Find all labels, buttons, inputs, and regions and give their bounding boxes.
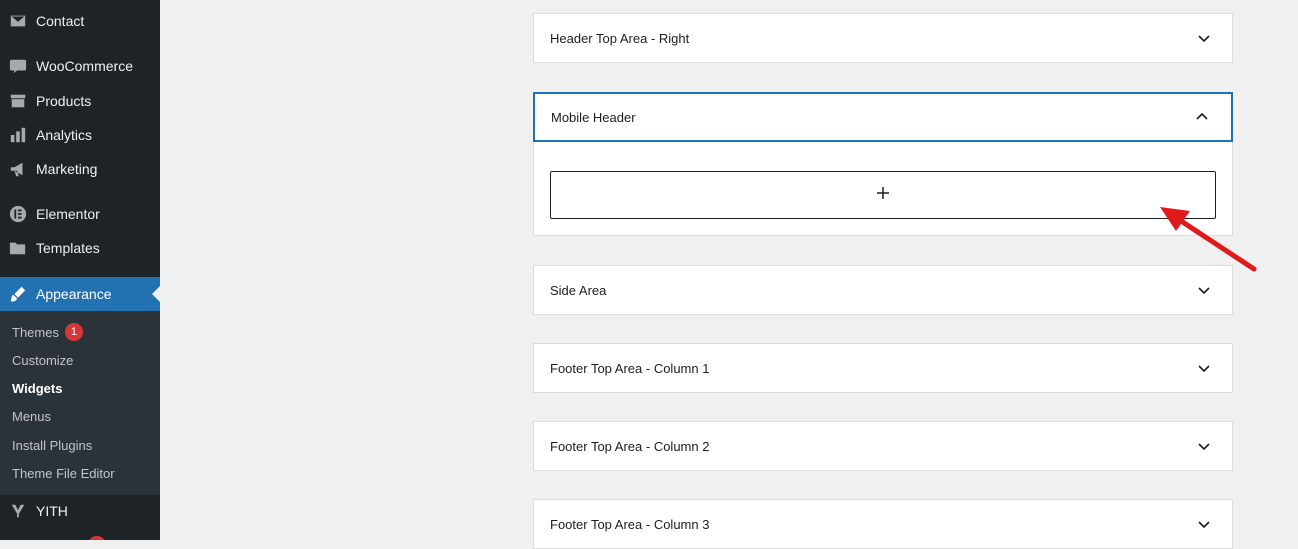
submenu-item-widgets[interactable]: Widgets	[12, 381, 62, 396]
widget-area-title: Footer Top Area - Column 2	[550, 438, 710, 454]
mail-icon	[8, 11, 28, 31]
menu-item-label: Products	[36, 93, 92, 109]
chevron-down-icon	[1192, 356, 1216, 380]
widget-area-toggle[interactable]: Footer Top Area - Column 1	[534, 344, 1232, 392]
menu-item-analytics[interactable]: Analytics	[0, 118, 160, 152]
submenu-item-themes[interactable]: Themes 1	[12, 323, 83, 341]
megaphone-icon	[8, 159, 28, 179]
elementor-icon	[8, 204, 28, 224]
menu-item-yith[interactable]: YITH	[0, 494, 160, 528]
menu-item-templates[interactable]: Templates	[0, 231, 160, 265]
widget-area-title: Header Top Area - Right	[550, 30, 690, 46]
menu-item-label: YITH	[36, 503, 68, 519]
chevron-down-icon	[1192, 512, 1216, 536]
submenu-item-menus[interactable]: Menus	[12, 409, 51, 424]
menu-item-elementor[interactable]: Elementor	[0, 197, 160, 231]
widget-area-toggle[interactable]: Mobile Header	[533, 92, 1233, 142]
paintbrush-icon	[8, 284, 28, 304]
notification-badge	[88, 536, 106, 540]
menu-item-label: Contact	[36, 13, 85, 29]
menu-item-marketing[interactable]: Marketing	[0, 152, 160, 186]
submenu-item-customize[interactable]: Customize	[12, 353, 73, 368]
widget-area-title: Mobile Header	[551, 109, 636, 125]
bar-chart-icon	[8, 125, 28, 145]
admin-sidebar: Contact WooCommerce Products Analytics M…	[0, 0, 160, 540]
widget-area-title: Footer Top Area - Column 3	[550, 516, 710, 532]
submenu-item-label: Customize	[12, 353, 74, 368]
submenu-item-label: Themes	[12, 324, 59, 340]
appearance-submenu: Themes 1 Customize Widgets Menus Install…	[0, 311, 160, 495]
chevron-down-icon	[1192, 26, 1216, 50]
widget-area-toggle[interactable]: Footer Top Area - Column 2	[534, 422, 1232, 470]
menu-item-label: Elementor	[36, 206, 100, 222]
yith-icon	[8, 501, 28, 521]
menu-item-appearance[interactable]: Appearance	[0, 277, 160, 311]
menu-item-products[interactable]: Products	[0, 84, 160, 118]
menu-item-label: Analytics	[36, 127, 93, 143]
widget-area-toggle[interactable]: Side Area	[534, 266, 1232, 314]
chevron-down-icon	[1192, 434, 1216, 458]
woocommerce-icon	[8, 56, 28, 76]
chevron-down-icon	[1192, 278, 1216, 302]
submenu-item-label: Theme File Editor	[12, 466, 115, 481]
chevron-up-icon	[1190, 105, 1214, 129]
widget-area-side-area: Side Area	[533, 265, 1233, 315]
widget-area-mobile-header: Mobile Header	[533, 92, 1233, 236]
widget-area-footer-col-1: Footer Top Area - Column 1	[533, 343, 1233, 393]
widget-area-footer-col-3: Footer Top Area - Column 3	[533, 499, 1233, 549]
update-count-badge: 1	[64, 323, 83, 341]
menu-item-label: Appearance	[36, 286, 112, 302]
widget-area-content	[534, 141, 1232, 235]
widget-area-title: Side Area	[550, 282, 607, 298]
add-block-button[interactable]	[550, 171, 1216, 219]
submenu-item-label: Menus	[12, 409, 52, 424]
widget-area-toggle[interactable]: Footer Top Area - Column 3	[534, 500, 1232, 548]
active-indicator	[152, 286, 160, 302]
plus-icon	[871, 181, 895, 210]
menu-item-label: Templates	[36, 240, 100, 256]
submenu-item-install-plugins[interactable]: Install Plugins	[12, 438, 92, 453]
archive-icon	[8, 91, 28, 111]
widget-area-toggle[interactable]: Header Top Area - Right	[534, 14, 1232, 62]
menu-item-woocommerce[interactable]: WooCommerce	[0, 49, 160, 83]
widget-area-footer-col-2: Footer Top Area - Column 2	[533, 421, 1233, 471]
folder-icon	[8, 238, 28, 258]
submenu-item-label: Install Plugins	[12, 438, 93, 453]
widget-area-title: Footer Top Area - Column 1	[550, 360, 710, 376]
widget-area-header-top-right: Header Top Area - Right	[533, 13, 1233, 63]
submenu-item-theme-file-editor[interactable]: Theme File Editor	[12, 466, 115, 481]
menu-item-label: WooCommerce	[36, 58, 133, 74]
red-arrow-icon	[1160, 207, 1257, 272]
submenu-item-label: Widgets	[12, 381, 63, 396]
menu-item-label: Marketing	[36, 161, 98, 177]
menu-item-contact[interactable]: Contact	[0, 4, 160, 38]
